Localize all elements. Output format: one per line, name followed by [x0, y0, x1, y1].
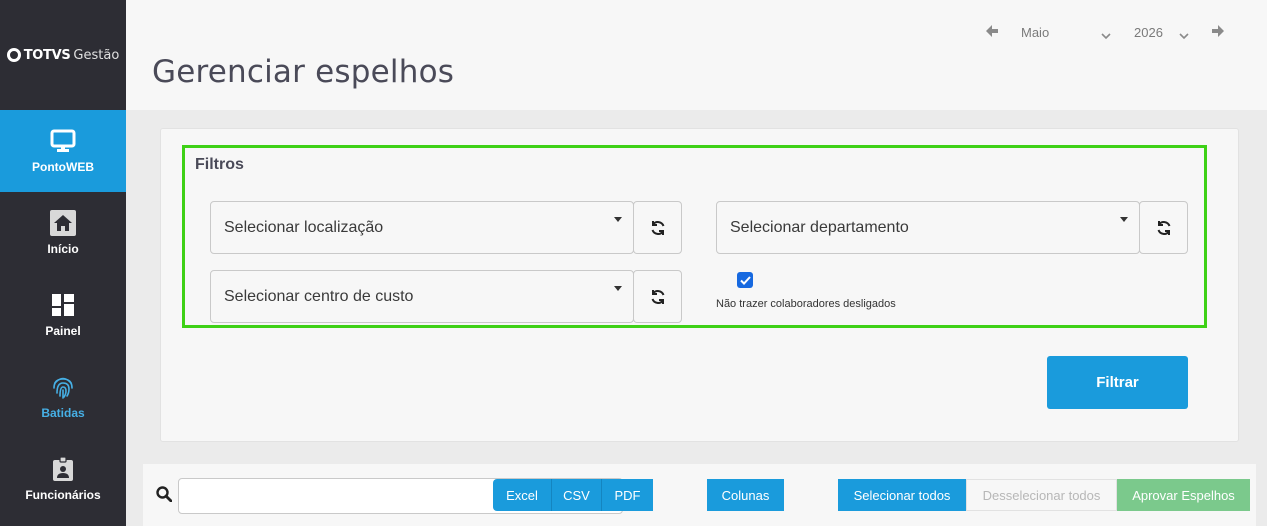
sidebar-item-label: Painel	[45, 324, 81, 338]
location-select-placeholder: Selecionar localização	[224, 218, 384, 236]
export-pdf-button[interactable]: PDF	[601, 479, 653, 511]
checkmark-icon	[739, 275, 751, 285]
refresh-icon	[651, 220, 664, 235]
sidebar-item-batidas[interactable]: Batidas	[0, 356, 126, 438]
columns-button[interactable]: Colunas	[707, 479, 784, 511]
caret-down-icon	[614, 286, 622, 291]
cost-center-select[interactable]: Selecionar centro de custo	[210, 270, 634, 323]
sidebar: TOTVS Gestão PontoWEB Início Painel Bati…	[0, 0, 126, 526]
filters-title: Filtros	[195, 156, 244, 173]
brand-sub: Gestão	[73, 47, 120, 63]
exclude-dismissed-checkbox[interactable]	[737, 272, 753, 288]
export-excel-button[interactable]: Excel	[493, 479, 551, 511]
monitor-icon	[50, 128, 76, 154]
chevron-down-icon	[1179, 27, 1189, 45]
sidebar-item-inicio[interactable]: Início	[0, 192, 126, 274]
next-period-arrow-icon[interactable]	[1211, 24, 1225, 43]
brand-logo[interactable]: TOTVS Gestão	[0, 0, 126, 110]
cost-center-refresh-button[interactable]	[633, 270, 682, 323]
brand-name: TOTVS	[23, 47, 71, 63]
year-select[interactable]: 2026	[1134, 22, 1163, 42]
deselect-all-button: Desselecionar todos	[966, 479, 1117, 511]
month-select[interactable]: Maio	[1021, 22, 1049, 42]
page-header: Gerenciar espelhos	[126, 0, 1267, 110]
department-select[interactable]: Selecionar departamento	[716, 201, 1140, 254]
dashboard-icon	[52, 292, 74, 318]
home-icon	[50, 210, 76, 236]
filter-button[interactable]: Filtrar	[1047, 356, 1188, 409]
search-icon	[156, 486, 173, 507]
exclude-dismissed-label: Não trazer colaboradores desligados	[716, 298, 896, 310]
page-title: Gerenciar espelhos	[152, 54, 455, 90]
previous-period-arrow-icon[interactable]	[985, 24, 999, 43]
location-select[interactable]: Selecionar localização	[210, 201, 634, 254]
caret-down-icon	[614, 217, 622, 222]
caret-down-icon	[1120, 217, 1128, 222]
sidebar-item-label: Início	[47, 242, 79, 256]
sidebar-item-painel[interactable]: Painel	[0, 274, 126, 356]
totvs-logo-icon	[6, 48, 21, 62]
sidebar-item-label: PontoWEB	[32, 160, 94, 174]
chevron-down-icon	[1101, 27, 1111, 45]
department-refresh-button[interactable]	[1139, 201, 1188, 254]
department-select-placeholder: Selecionar departamento	[730, 218, 909, 236]
approve-mirrors-button[interactable]: Aprovar Espelhos	[1117, 479, 1250, 511]
sidebar-item-funcionarios[interactable]: Funcionários	[0, 438, 126, 520]
refresh-icon	[651, 289, 664, 304]
sidebar-item-label: Funcionários	[25, 488, 101, 502]
refresh-icon	[1157, 220, 1170, 235]
select-all-button[interactable]: Selecionar todos	[838, 479, 966, 511]
location-refresh-button[interactable]	[633, 201, 682, 254]
sidebar-item-pontoweb[interactable]: PontoWEB	[0, 110, 126, 192]
sidebar-item-label: Batidas	[41, 406, 85, 420]
cost-center-select-placeholder: Selecionar centro de custo	[224, 287, 414, 305]
export-csv-button[interactable]: CSV	[551, 479, 601, 511]
badge-icon	[53, 456, 73, 482]
fingerprint-icon	[52, 374, 74, 400]
